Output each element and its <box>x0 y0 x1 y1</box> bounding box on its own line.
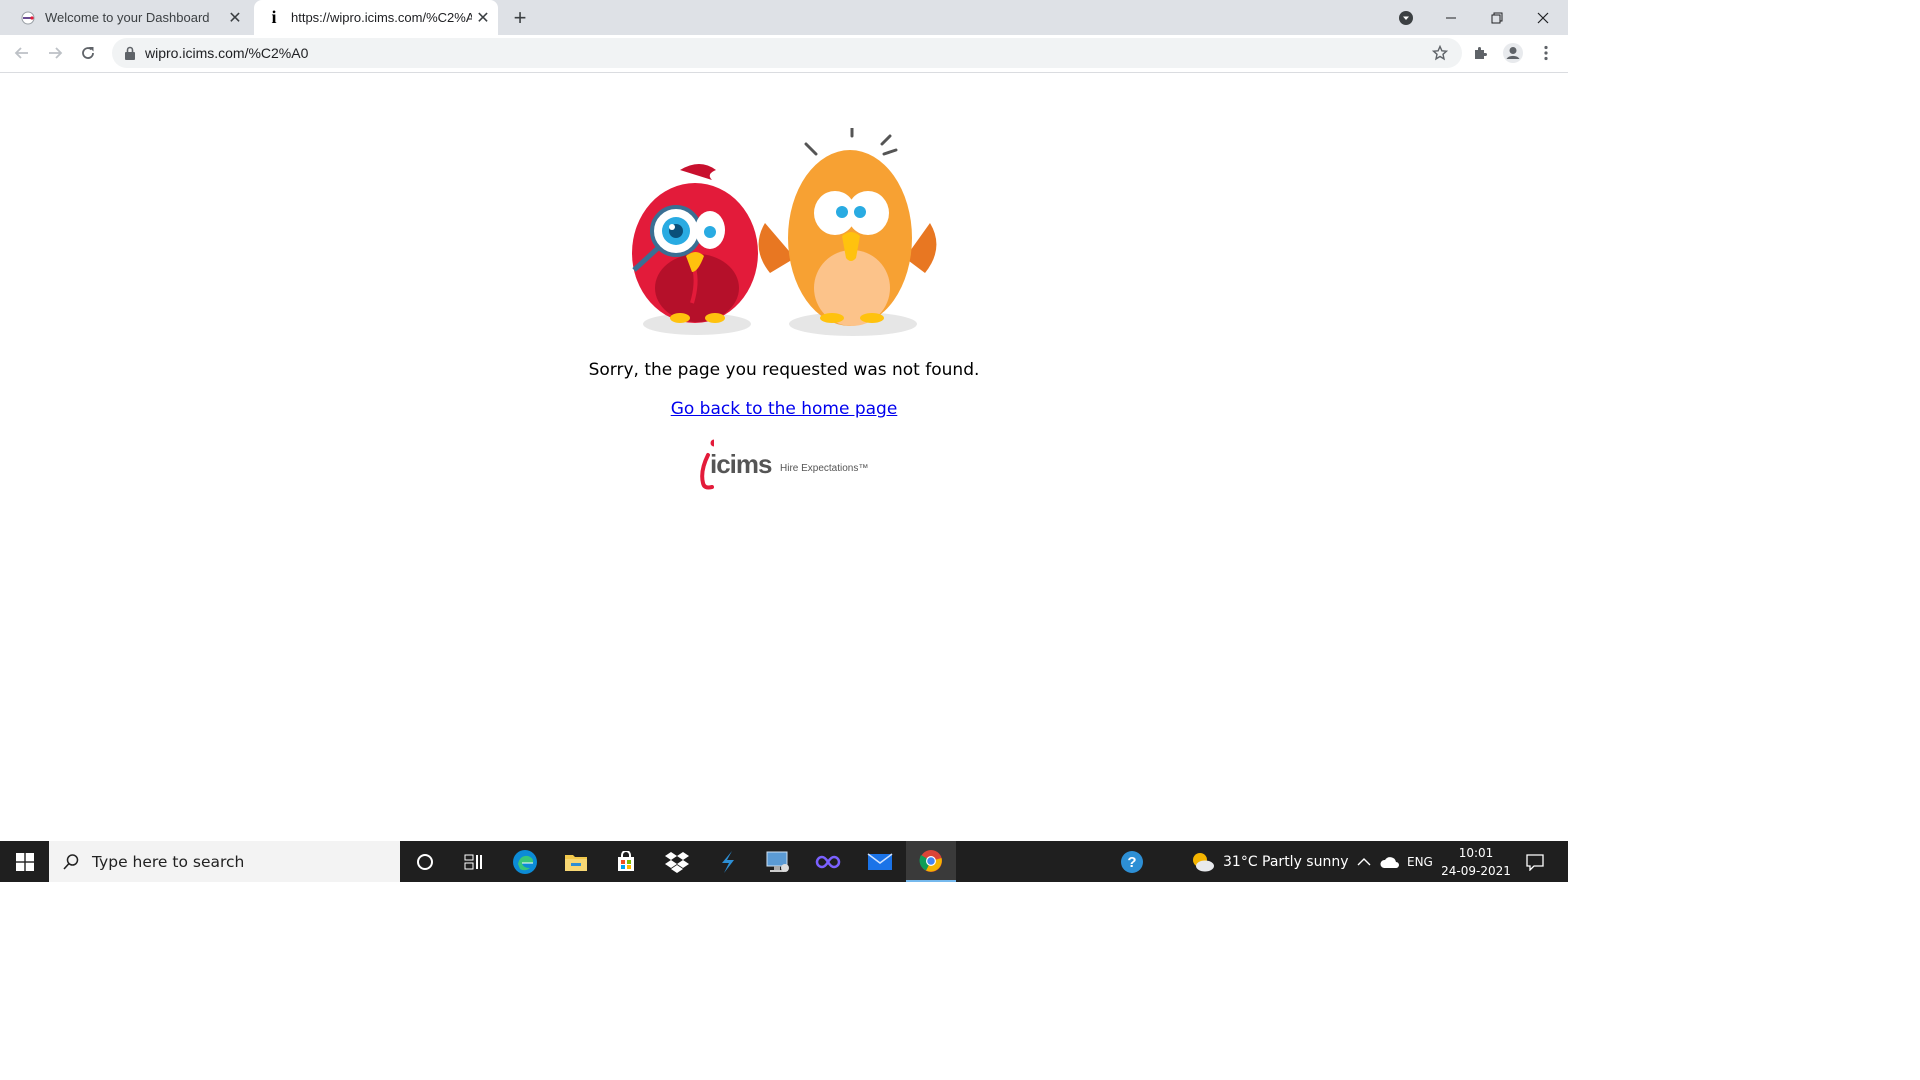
partly-sunny-icon <box>1193 852 1214 871</box>
svg-text:?: ? <box>1127 854 1136 871</box>
tab-title: Welcome to your Dashboard <box>45 10 210 25</box>
search-placeholder: Type here to search <box>92 852 245 871</box>
close-tab-icon[interactable]: ✕ <box>224 7 246 29</box>
start-button[interactable] <box>0 841 49 882</box>
language-indicator[interactable]: ENG <box>1407 841 1433 882</box>
mail-icon[interactable] <box>855 841 905 882</box>
dropbox-icon[interactable] <box>652 841 702 882</box>
cortana-icon[interactable] <box>400 841 450 882</box>
forward-button[interactable] <box>41 39 69 67</box>
chrome-taskbar-icon[interactable] <box>906 841 956 882</box>
red-bird-mascot <box>632 164 758 323</box>
taskbar: Type here to search ? 31°C Partly sunny <box>0 841 1568 882</box>
search-icon <box>63 853 79 870</box>
remote-desktop-icon[interactable] <box>753 841 803 882</box>
help-icon[interactable]: ? <box>1120 841 1144 882</box>
not-found-mascots-illustration <box>632 128 937 336</box>
weather-widget[interactable]: 31°C Partly sunny <box>1190 841 1349 882</box>
menu-kebab-icon[interactable] <box>1532 39 1560 67</box>
close-window-button[interactable] <box>1520 0 1566 35</box>
profile-avatar-icon[interactable] <box>1499 39 1527 67</box>
windows-logo-icon <box>15 852 34 871</box>
back-button[interactable] <box>8 39 36 67</box>
browser-toolbar: wipro.icims.com/%C2%A0 <box>0 35 1568 73</box>
tab-title: https://wipro.icims.com/%C2%A0 <box>291 10 472 25</box>
tab-dashboard[interactable]: Welcome to your Dashboard ✕ <box>8 0 250 35</box>
microsoft-store-icon[interactable] <box>601 841 651 882</box>
show-hidden-icons-chevron-icon[interactable] <box>1357 841 1371 882</box>
bookmark-star-icon[interactable] <box>1431 44 1449 61</box>
error-message: Sorry, the page you requested was not fo… <box>588 360 980 380</box>
go-home-link[interactable]: Go back to the home page <box>671 399 898 419</box>
icims-favicon-icon: i <box>271 7 277 27</box>
close-tab-icon[interactable]: ✕ <box>472 7 494 29</box>
onedrive-cloud-icon[interactable] <box>1380 841 1400 882</box>
action-center-icon[interactable] <box>1525 841 1545 882</box>
clock-date: 24-09-2021 <box>1441 864 1511 878</box>
page-content: Sorry, the page you requested was not fo… <box>0 73 1568 841</box>
icims-logo: icims Hire Expectations™ <box>694 437 874 493</box>
file-explorer-icon[interactable] <box>551 841 601 882</box>
address-bar[interactable]: wipro.icims.com/%C2%A0 <box>112 38 1462 68</box>
url-text[interactable]: wipro.icims.com/%C2%A0 <box>145 45 308 61</box>
tab-search-icon[interactable] <box>1394 6 1418 30</box>
edge-browser-icon[interactable] <box>500 841 550 882</box>
minimize-button[interactable] <box>1428 0 1474 35</box>
weather-text: 31°C Partly sunny <box>1223 853 1349 870</box>
vscode-like-app-icon[interactable] <box>703 841 753 882</box>
reload-button[interactable] <box>74 39 102 67</box>
system-clock[interactable]: 10:01 24-09-2021 <box>1440 844 1512 880</box>
logo-wordmark: icims <box>710 449 772 479</box>
extensions-icon[interactable] <box>1466 39 1494 67</box>
tab-icims[interactable]: i https://wipro.icims.com/%C2%A0 ✕ <box>254 0 498 35</box>
orange-bird-mascot <box>758 128 937 326</box>
infinity-app-icon[interactable] <box>803 841 853 882</box>
home-link-container: Go back to the home page <box>0 399 1568 419</box>
dashboard-favicon-icon <box>20 10 36 26</box>
restore-button[interactable] <box>1474 0 1520 35</box>
taskbar-search-box[interactable]: Type here to search <box>49 841 400 882</box>
tab-strip: Welcome to your Dashboard ✕ i https://wi… <box>0 0 1568 35</box>
task-view-icon[interactable] <box>449 841 499 882</box>
lock-icon[interactable] <box>122 45 138 61</box>
logo-tagline: Hire Expectations™ <box>780 463 869 474</box>
new-tab-button[interactable]: + <box>507 5 533 31</box>
clock-time: 10:01 <box>1458 846 1494 860</box>
